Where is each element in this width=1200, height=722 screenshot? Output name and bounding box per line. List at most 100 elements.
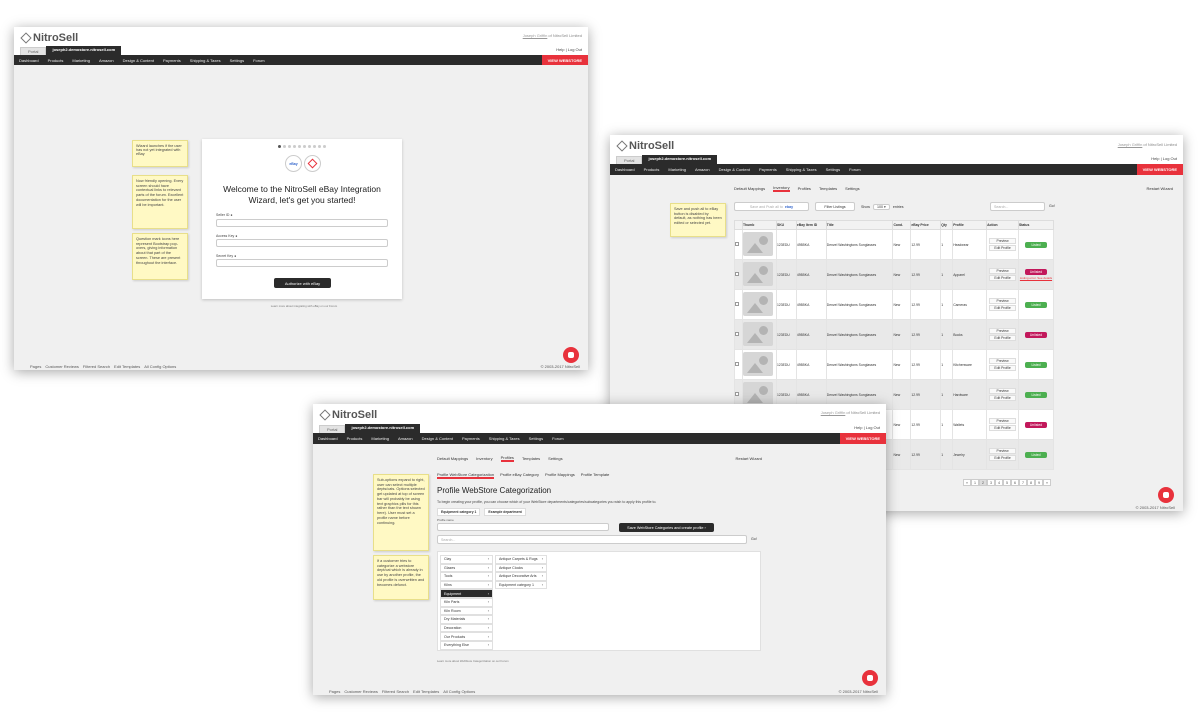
department-item[interactable]: Glazes ›: [440, 563, 493, 573]
footer-reviews[interactable]: Customer Reviews: [344, 689, 378, 694]
user-name[interactable]: Joseph Griffin: [1118, 142, 1143, 147]
page-link[interactable]: 4: [995, 479, 1003, 486]
tab-settings[interactable]: Settings: [548, 456, 562, 461]
preview-button[interactable]: Preview: [989, 358, 1016, 364]
tab-profiles[interactable]: Profiles: [500, 455, 514, 462]
categorization-forum-link[interactable]: Learn more about WebStore Categorization…: [437, 659, 509, 663]
view-webstore-button[interactable]: VIEW WEBSTORE: [541, 55, 588, 65]
category-item[interactable]: Antique Carpets & Rugs ›: [495, 555, 547, 564]
nav-design[interactable]: Design & Content: [422, 436, 453, 441]
row-checkbox[interactable]: [734, 319, 743, 350]
category-search-input[interactable]: Search...: [437, 535, 747, 544]
tab-portal[interactable]: Portal: [616, 156, 643, 164]
listing-error-link[interactable]: Listing error. See details: [1019, 276, 1053, 280]
tab-profiles[interactable]: Profiles: [798, 186, 811, 191]
restart-wizard-link[interactable]: Restart Wizard: [1147, 186, 1173, 191]
help-question-icon[interactable]: ●: [230, 213, 232, 217]
footer-filtered[interactable]: Filtered Search: [83, 364, 110, 369]
department-item[interactable]: Clay ›: [440, 555, 493, 564]
nav-payments[interactable]: Payments: [462, 436, 480, 441]
page-link[interactable]: 6: [1011, 479, 1019, 486]
nav-settings[interactable]: Settings: [529, 436, 543, 441]
nav-marketing[interactable]: Marketing: [668, 167, 686, 172]
seller-id-input[interactable]: [216, 219, 388, 227]
edit-profile-button[interactable]: Edit Profile: [989, 455, 1016, 461]
secret-key-input[interactable]: [216, 259, 388, 267]
profile-name-input[interactable]: [437, 523, 609, 531]
tab-store[interactable]: joseph2.demostore.nitrosell.com: [642, 155, 718, 164]
page-link[interactable]: 3: [987, 479, 995, 486]
tab-inventory[interactable]: Inventory: [773, 185, 790, 192]
tab-default-mappings[interactable]: Default Mappings: [437, 456, 468, 461]
edit-profile-button[interactable]: Edit Profile: [989, 365, 1016, 371]
nav-payments[interactable]: Payments: [163, 58, 181, 63]
department-item[interactable]: Kiln Parts ›: [440, 597, 493, 607]
edit-profile-button[interactable]: Edit Profile: [989, 395, 1016, 401]
nav-shipping[interactable]: Shipping & Taxes: [190, 58, 221, 63]
department-item[interactable]: Kiln Room ›: [440, 606, 493, 616]
row-checkbox[interactable]: [734, 259, 743, 290]
tab-store[interactable]: joseph2.demostore.nitrosell.com: [345, 424, 421, 433]
page-link[interactable]: 1: [971, 479, 979, 486]
access-key-input[interactable]: [216, 239, 388, 247]
nav-products[interactable]: Products: [347, 436, 363, 441]
preview-button[interactable]: Preview: [989, 418, 1016, 424]
nav-shipping[interactable]: Shipping & Taxes: [786, 167, 817, 172]
logout-link[interactable]: Log Out: [568, 47, 582, 52]
filter-listings-button[interactable]: Filter Listings: [815, 202, 855, 211]
save-categories-button[interactable]: Save WebStore Categories and create prof…: [619, 523, 714, 532]
nav-shipping[interactable]: Shipping & Taxes: [489, 436, 520, 441]
page-link[interactable]: 5: [1003, 479, 1011, 486]
tab-default-mappings[interactable]: Default Mappings: [734, 186, 765, 191]
user-name[interactable]: Joseph Griffin: [523, 33, 548, 38]
department-item[interactable]: Everything Else ›: [440, 640, 493, 650]
nav-products[interactable]: Products: [48, 58, 64, 63]
subtab-template[interactable]: Profile Template: [581, 472, 610, 479]
edit-profile-button[interactable]: Edit Profile: [989, 425, 1016, 431]
tab-templates[interactable]: Templates: [522, 456, 540, 461]
chat-bubble-icon[interactable]: [862, 670, 878, 686]
edit-profile-button[interactable]: Edit Profile: [989, 245, 1016, 251]
select-all-checkbox[interactable]: [734, 220, 743, 230]
department-item[interactable]: Dry Materials ›: [440, 615, 493, 624]
nav-amazon[interactable]: Amazon: [695, 167, 710, 172]
logout-link[interactable]: Log Out: [866, 425, 880, 430]
preview-button[interactable]: Preview: [989, 328, 1016, 334]
nav-forum[interactable]: Forum: [253, 58, 265, 63]
department-item[interactable]: Decoration ›: [440, 623, 493, 633]
tab-inventory[interactable]: Inventory: [476, 456, 492, 461]
preview-button[interactable]: Preview: [989, 388, 1016, 394]
nav-design[interactable]: Design & Content: [719, 167, 750, 172]
subtab-webstore-categorization[interactable]: Profile WebStore Categorization: [437, 472, 495, 479]
nav-settings[interactable]: Settings: [230, 58, 244, 63]
view-webstore-button[interactable]: VIEW WEBSTORE: [1136, 164, 1183, 175]
department-item[interactable]: Kilns ›: [440, 580, 493, 590]
footer-templates[interactable]: Edit Templates: [413, 689, 439, 694]
tab-templates[interactable]: Templates: [819, 186, 837, 191]
help-question-icon[interactable]: ●: [235, 234, 237, 238]
nav-marketing[interactable]: Marketing: [371, 436, 389, 441]
edit-profile-button[interactable]: Edit Profile: [989, 335, 1016, 341]
save-push-button[interactable]: Save and Push all to ebay: [734, 202, 809, 211]
footer-config[interactable]: All Config Options: [443, 689, 475, 694]
page-link[interactable]: 9: [1035, 479, 1043, 486]
edit-profile-button[interactable]: Edit Profile: [989, 275, 1016, 281]
pill-example-dept[interactable]: Example department: [484, 508, 526, 516]
pill-equipment[interactable]: Equipment category 1: [437, 508, 481, 516]
help-link[interactable]: Help: [854, 425, 862, 430]
preview-button[interactable]: Preview: [989, 268, 1016, 274]
page-link[interactable]: »: [1043, 479, 1051, 486]
authorize-ebay-button[interactable]: Authorize with eBay: [274, 278, 331, 288]
nav-forum[interactable]: Forum: [849, 167, 861, 172]
inventory-search-input[interactable]: Search...: [990, 202, 1045, 211]
help-question-icon[interactable]: ●: [234, 254, 236, 258]
department-item[interactable]: Tools ›: [440, 572, 493, 581]
nav-dashboard[interactable]: Dashboard: [318, 436, 338, 441]
category-item[interactable]: Antique Clocks ›: [495, 563, 547, 573]
row-checkbox[interactable]: [734, 229, 743, 260]
row-checkbox[interactable]: [734, 349, 743, 380]
category-search-go[interactable]: Go!: [751, 537, 757, 541]
category-item[interactable]: Antique Decorative Arts ›: [495, 572, 547, 581]
nav-dashboard[interactable]: Dashboard: [615, 167, 635, 172]
edit-profile-button[interactable]: Edit Profile: [989, 305, 1016, 311]
